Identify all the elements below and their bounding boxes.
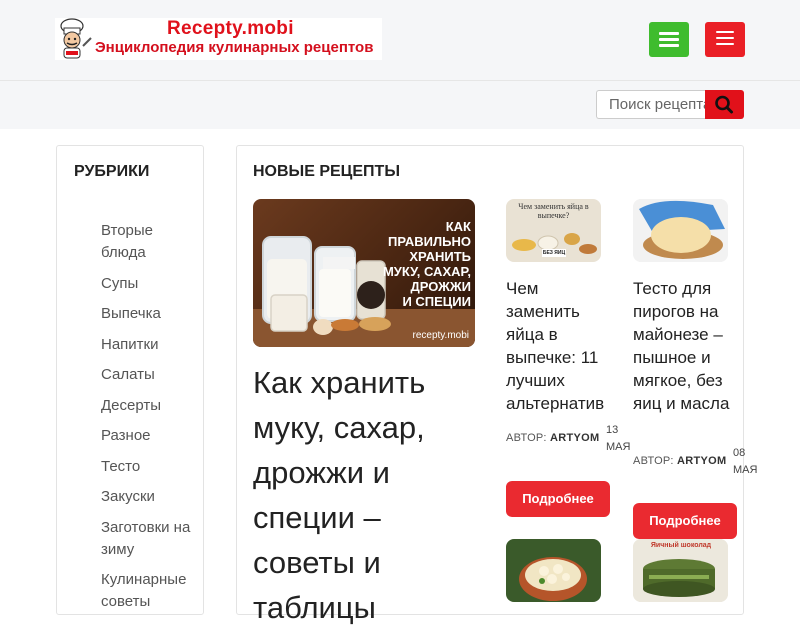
date-day: 13 <box>606 424 619 436</box>
category-link[interactable]: Десерты <box>101 395 201 417</box>
recipe-author: АВТОР: ARTYOM <box>506 432 600 444</box>
recipe-card-title[interactable]: Тесто для пирогов на майонезе – пышное и… <box>633 277 733 415</box>
category-link[interactable]: Салаты <box>101 364 201 386</box>
author-name[interactable]: ARTYOM <box>677 455 726 467</box>
category-link[interactable]: Супы <box>101 273 201 295</box>
read-more-button[interactable]: Подробнее <box>506 481 610 517</box>
menu-toggle-button[interactable] <box>649 22 689 57</box>
search-icon <box>715 95 733 114</box>
hero-image-text-line: МУКУ, САХАР, <box>382 264 471 279</box>
category-link[interactable]: Вторые блюда <box>101 220 201 264</box>
category-link[interactable]: Выпечка <box>101 303 201 325</box>
hamburger-icon-line <box>716 43 734 45</box>
hamburger-icon-line <box>659 38 679 41</box>
search-button[interactable] <box>705 90 744 119</box>
category-link[interactable]: Кулинарные советы <box>101 569 201 613</box>
top-header: Recepty.mobi Энциклопедия кулинарных рец… <box>0 0 800 81</box>
dumplings-illustration <box>519 557 587 601</box>
author-label: АВТОР: <box>633 455 674 467</box>
hero-recipe-image[interactable]: КАК ПРАВИЛЬНО ХРАНИТЬ МУКУ, САХАР, ДРОЖЖ… <box>253 199 475 347</box>
author-name[interactable]: ARTYOM <box>550 432 599 444</box>
hero-recipe-title[interactable]: Как хранить муку, сахар, дрожжи и специи… <box>253 360 483 630</box>
recipe-date: 08 МАЯ <box>733 445 759 479</box>
hero-image-text-line: ДРОЖЖИ <box>410 279 471 294</box>
hamburger-icon <box>716 31 734 33</box>
hero-image-text: КАК ПРАВИЛЬНО ХРАНИТЬ МУКУ, САХАР, ДРОЖЖ… <box>371 219 471 309</box>
search-input[interactable] <box>596 90 706 119</box>
hero-image-text-line: ПРАВИЛЬНО <box>388 234 471 249</box>
hamburger-icon <box>659 32 679 35</box>
date-month: МАЯ <box>733 464 758 476</box>
section-title: НОВЫЕ РЕЦЕПТЫ <box>253 163 400 180</box>
recipe-thumbnail[interactable] <box>633 199 728 262</box>
recipe-thumbnail[interactable]: Чем заменить яйца в выпечке? БЕЗ ЯИЦ <box>506 199 601 262</box>
category-link[interactable]: Напитки <box>101 334 201 356</box>
site-logo[interactable]: Recepty.mobi Энциклопедия кулинарных рец… <box>55 18 382 60</box>
category-link[interactable]: Тесто <box>101 456 201 478</box>
thumbnail-caption: Яичный шоколад <box>650 542 712 549</box>
recipe-author: АВТОР: ARTYOM <box>633 455 727 467</box>
author-label: АВТОР: <box>506 432 547 444</box>
hamburger-icon-line <box>659 44 679 47</box>
category-link[interactable]: Заготовки на зиму <box>101 517 201 561</box>
thumbnail-badge: БЕЗ ЯИЦ <box>542 250 566 256</box>
recipe-card-title[interactable]: Чем заменить яйца в выпечке: 11 лучших а… <box>506 277 614 415</box>
logo-site-name: Recepty.mobi <box>167 18 294 39</box>
hero-image-text-line: КАК <box>445 219 471 234</box>
category-menu-button[interactable] <box>705 22 745 57</box>
recipe-date: 13 МАЯ <box>606 422 632 456</box>
logo-tagline: Энциклопедия кулинарных рецептов <box>95 39 374 56</box>
hamburger-icon-line <box>716 37 734 39</box>
hero-watermark: recepty.mobi <box>412 330 469 341</box>
date-month: МАЯ <box>606 441 631 453</box>
dough-illustration <box>633 199 728 262</box>
category-link[interactable]: Закуски <box>101 486 201 508</box>
date-day: 08 <box>733 447 746 459</box>
recipe-thumbnail[interactable] <box>506 539 601 602</box>
new-recipes-section: НОВЫЕ РЕЦЕПТЫ КАК ПРАВИЛЬНО ХРАНИТЬ МУКУ… <box>236 145 757 625</box>
read-more-button[interactable]: Подробнее <box>633 503 737 539</box>
categories-sidebar: РУБРИКИ Вторые блюда Супы Выпечка Напитк… <box>56 145 204 615</box>
category-list: Вторые блюда Супы Выпечка Напитки Салаты… <box>101 220 201 622</box>
category-link[interactable]: Разное <box>101 425 201 447</box>
sidebar-title: РУБРИКИ <box>74 163 150 180</box>
recipe-thumbnail[interactable]: Яичный шоколад <box>633 539 728 602</box>
hero-image-text-line: ХРАНИТЬ <box>409 249 471 264</box>
hero-image-text-line: И СПЕЦИИ <box>402 294 471 309</box>
chef-logo-icon <box>60 18 92 59</box>
